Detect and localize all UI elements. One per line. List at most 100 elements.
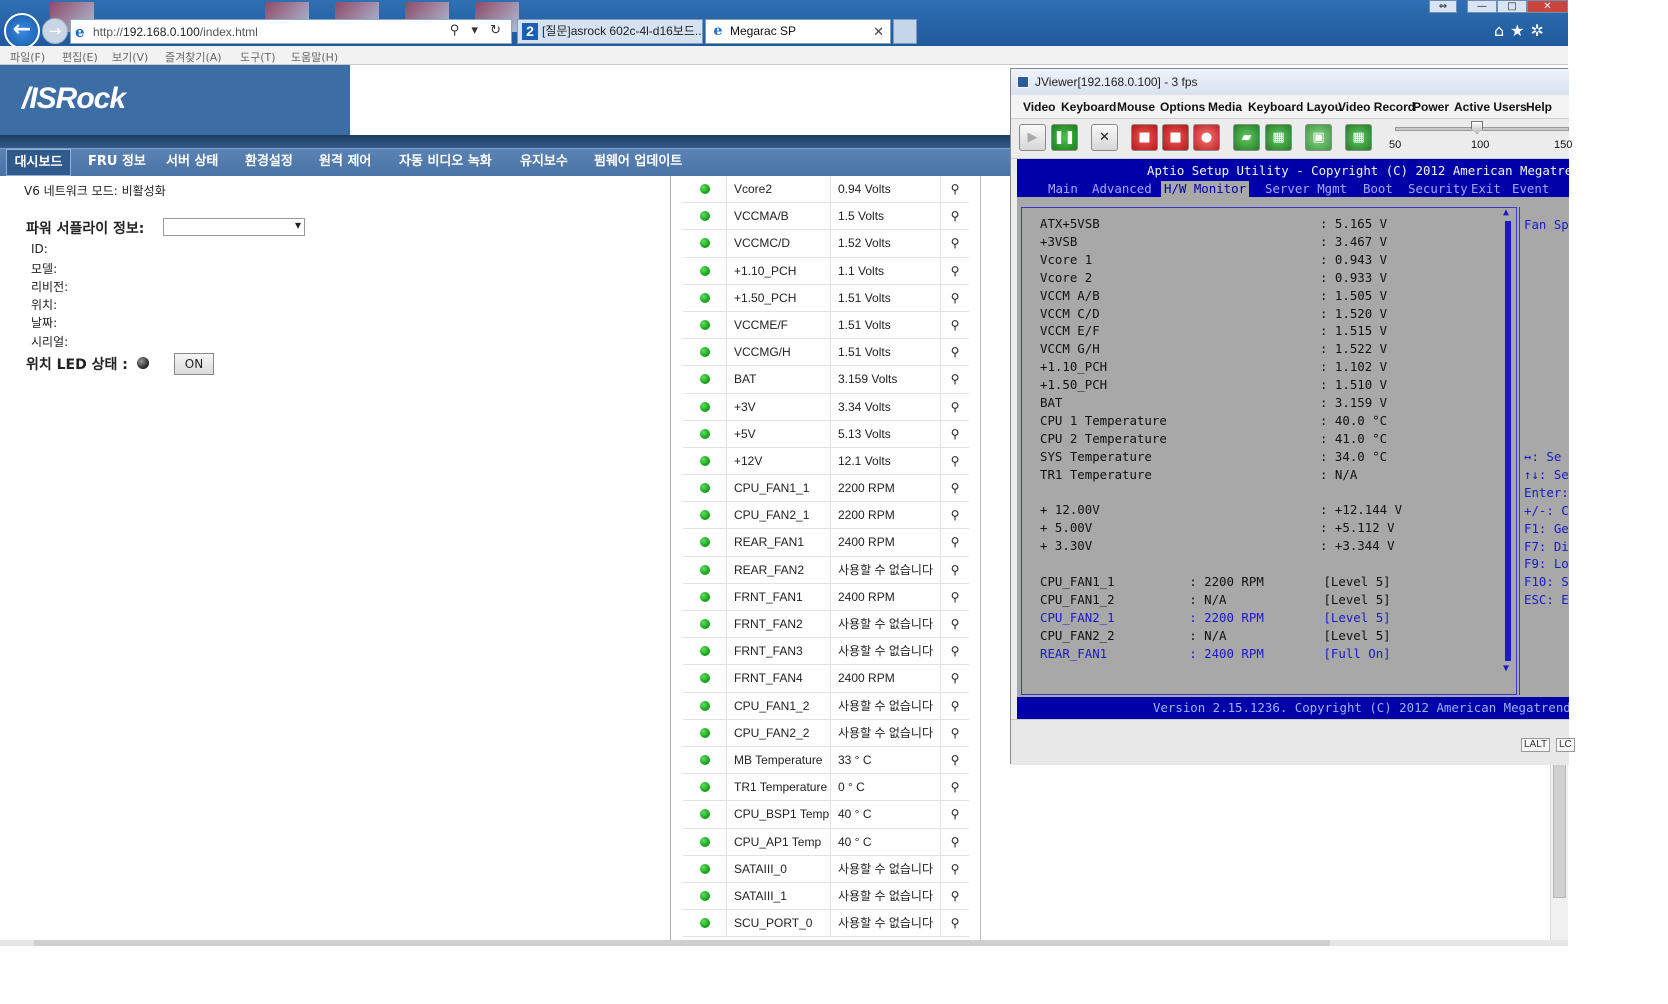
jv-menu-power[interactable]: Power [1413,100,1449,114]
media-redirect-icon[interactable]: ■ [1131,124,1158,151]
bios-fan-line[interactable]: CPU_FAN2_1 : 2200 RPM [Level 5] [1040,610,1391,625]
mouse-icon[interactable]: ▰ [1233,124,1260,151]
scrollbar-thumb[interactable] [34,940,1330,946]
magnify-icon[interactable]: ⚲ [941,611,969,637]
close-icon[interactable]: ✕ [873,20,884,43]
tab-megarac[interactable]: e Megarac SP ✕ [705,19,891,44]
new-tab-button[interactable] [893,19,917,44]
window-swap-button[interactable]: ⇔ [1429,0,1457,13]
magnify-icon[interactable]: ⚲ [941,829,969,855]
magnify-icon[interactable]: ⚲ [941,693,969,719]
magnify-icon[interactable]: ⚲ [941,557,969,583]
play-icon[interactable]: ▶ [1019,124,1046,151]
nav-maintenance[interactable]: 유지보수 [520,149,568,176]
bios-sensor-label: + 3.30V [1040,538,1093,554]
nav-remote-control[interactable]: 원격 제어 [319,149,371,176]
nav-firmware-update[interactable]: 펌웨어 업데이트 [594,149,682,176]
magnify-icon[interactable]: ⚲ [941,584,969,610]
power-supply-select[interactable]: ▾ [163,218,305,236]
sensor-row: +1.50_PCH 1.51 Volts ⚲ [683,284,969,312]
magnify-icon[interactable]: ⚲ [941,312,969,338]
bios-screen[interactable]: Aptio Setup Utility - Copyright (C) 2012… [1017,159,1569,719]
magnify-icon[interactable]: ⚲ [941,747,969,773]
zoom-tick-100: 100 [1471,139,1490,151]
magnify-icon[interactable]: ⚲ [941,475,969,501]
keyboard-icon[interactable]: ▦ [1265,124,1292,151]
magnify-icon[interactable]: ⚲ [941,801,969,827]
magnify-icon[interactable]: ⚲ [941,665,969,691]
window-close-button[interactable]: ✕ [1527,0,1568,13]
key-lctrl[interactable]: LC [1556,738,1575,752]
magnify-icon[interactable]: ⚲ [941,720,969,746]
magnify-icon[interactable]: ⚲ [941,448,969,474]
video-record-icon[interactable]: ▣ [1305,124,1332,151]
magnify-icon[interactable]: ⚲ [941,856,969,882]
search-refresh-icons[interactable]: ⚲ ▾ ↻ [450,23,505,38]
floppy-icon[interactable]: ■ [1162,124,1189,151]
jv-menu-help[interactable]: Help [1526,100,1552,114]
magnify-icon[interactable]: ⚲ [941,421,969,447]
bios-fan-line[interactable]: CPU_FAN1_1 : 2200 RPM [Level 5] [1040,574,1391,589]
home-favorites-settings-icons[interactable]: ⌂★✲ [1494,21,1550,40]
jv-menu-media[interactable]: Media [1208,100,1242,114]
magnify-icon[interactable]: ⚲ [941,910,969,936]
magnify-icon[interactable]: ⚲ [941,176,969,202]
bios-help-key: F7: Di [1524,538,1569,554]
led-on-button[interactable]: ON [174,353,214,375]
cdrom-icon[interactable]: ● [1193,124,1220,151]
nav-auto-video-record[interactable]: 자동 비디오 녹화 [399,149,492,176]
forward-button[interactable]: → [42,18,68,44]
minimize-button[interactable]: — [1467,0,1497,13]
magnify-icon[interactable]: ⚲ [941,258,969,284]
pause-icon[interactable]: ❚❚ [1051,124,1078,151]
nav-settings[interactable]: 환경설정 [245,149,293,176]
bios-fan-line[interactable]: CPU_FAN2_2 : N/A [Level 5] [1040,628,1391,643]
address-bar[interactable]: e http://192.168.0.100/index.html ⚲ ▾ ↻ [70,19,512,44]
menu-file[interactable]: 파일(F) [10,49,45,65]
status-cell [683,393,727,420]
bios-sensor-value: : 1.520 V [1320,305,1388,321]
magnify-icon[interactable]: ⚲ [941,203,969,229]
magnify-icon[interactable]: ⚲ [941,230,969,256]
bios-fan-line[interactable]: CPU_FAN1_2 : N/A [Level 5] [1040,592,1391,607]
bios-sensor-value: : +3.344 V [1320,538,1395,554]
maximize-button[interactable]: □ [1497,0,1527,13]
magnify-icon[interactable]: ⚲ [941,394,969,420]
jv-menu-keyboard-layout[interactable]: Keyboard Layou [1248,100,1342,114]
jv-menu-options[interactable]: Options [1160,100,1205,114]
key-lalt[interactable]: LALT [1521,738,1551,752]
menu-tools[interactable]: 도구(T) [240,49,276,65]
horizontal-scrollbar[interactable] [0,940,1568,1004]
bios-fan-line[interactable]: REAR_FAN1 : 2400 RPM [Full On] [1040,646,1391,661]
fullscreen-icon[interactable]: ✕ [1091,124,1118,151]
magnify-icon[interactable]: ⚲ [941,339,969,365]
nav-fru-info[interactable]: FRU 정보 [88,149,146,176]
magnify-icon[interactable]: ⚲ [941,883,969,909]
sensor-name: +1.10_PCH [727,257,831,284]
status-ok-icon [700,292,710,303]
back-button[interactable]: ← [4,13,40,49]
zoom-slider-knob[interactable] [1471,121,1483,134]
status-ok-icon [700,428,710,439]
sensor-name: REAR_FAN1 [727,529,831,556]
menu-favorites[interactable]: 즐겨찾기(A) [165,49,222,65]
jv-menu-mouse[interactable]: Mouse [1117,100,1155,114]
magnify-icon[interactable]: ⚲ [941,366,969,392]
tab-forum-post[interactable]: 2 [질문]asrock 602c-4l-d16보드... [517,19,703,44]
nav-dashboard[interactable]: 대시보드 [6,149,71,176]
menu-view[interactable]: 보기(V) [112,49,148,65]
jv-menu-active-users[interactable]: Active Users [1454,100,1527,114]
magnify-icon[interactable]: ⚲ [941,502,969,528]
menu-edit[interactable]: 편집(E) [62,49,98,65]
active-users-icon[interactable]: ▦ [1345,124,1372,151]
magnify-icon[interactable]: ⚲ [941,638,969,664]
jv-menu-video[interactable]: Video [1023,100,1055,114]
sensor-row: +12V 12.1 Volts ⚲ [683,447,969,476]
nav-server-status[interactable]: 서버 상태 [166,149,218,176]
magnify-icon[interactable]: ⚲ [941,285,969,311]
magnify-icon[interactable]: ⚲ [941,529,969,555]
jv-menu-video-record[interactable]: Video Record [1338,100,1415,114]
menu-help[interactable]: 도움말(H) [291,49,338,65]
jv-menu-keyboard[interactable]: Keyboard [1061,100,1116,114]
magnify-icon[interactable]: ⚲ [941,774,969,800]
